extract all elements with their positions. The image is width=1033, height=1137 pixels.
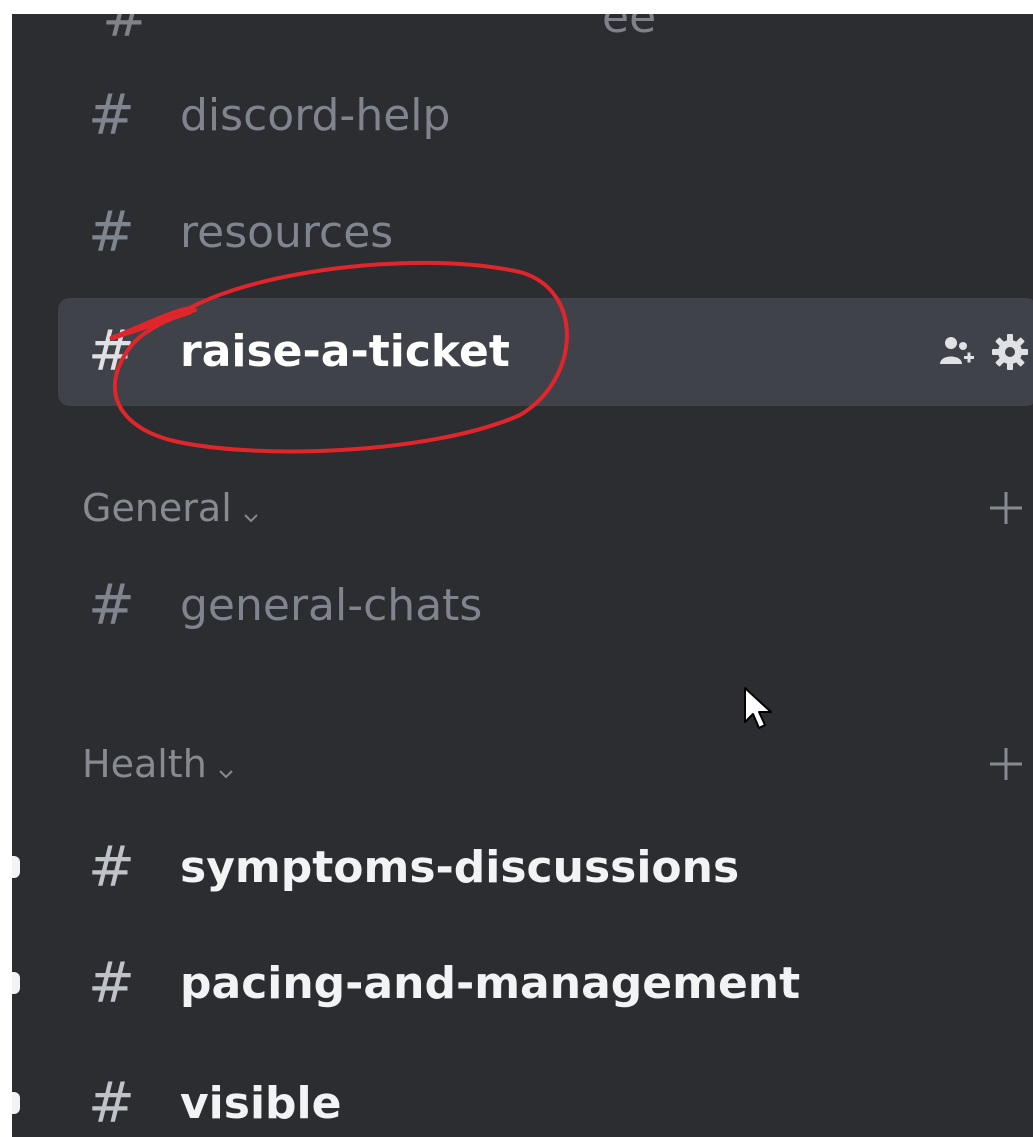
channel-general-chats[interactable]: # general-chats [58, 570, 1033, 642]
channel-resources[interactable]: # resources [58, 197, 1033, 269]
unread-indicator [12, 856, 20, 878]
channel-name: raise-a-ticket [180, 326, 510, 377]
category-health[interactable]: Health [82, 734, 1032, 794]
chevron-down-icon [217, 737, 235, 797]
channel-name: discord-help [180, 90, 451, 141]
hash-icon: # [88, 83, 135, 148]
channel-name: general-chats [180, 580, 483, 631]
channel-sidebar[interactable]: # ee # discord-help # resources # raise-… [12, 14, 1033, 1137]
hash-icon: # [88, 1071, 135, 1136]
channel-name: visible [180, 1078, 342, 1129]
hash-icon: # [88, 573, 135, 638]
channel-name-fragment: ee [602, 14, 657, 43]
channel-name: resources [180, 207, 394, 258]
category-label: Health [82, 734, 235, 797]
hash-icon: # [88, 835, 135, 900]
category-title: General [82, 486, 232, 530]
channel-raise-a-ticket[interactable]: # raise-a-ticket [58, 298, 1033, 406]
hash-icon: # [88, 951, 135, 1016]
hash-icon: # [102, 14, 149, 50]
hash-icon: # [88, 319, 135, 384]
unread-indicator [12, 1092, 20, 1114]
discord-screenshot: # ee # discord-help # resources # raise-… [0, 0, 1033, 1137]
hash-icon: # [88, 200, 135, 265]
partial-channel-row[interactable]: # ee [102, 14, 702, 50]
category-general[interactable]: General [82, 478, 1032, 538]
mouse-cursor-icon [744, 687, 772, 729]
category-label: General [82, 478, 260, 541]
channel-discord-help[interactable]: # discord-help [58, 80, 1033, 152]
plus-icon[interactable] [986, 744, 1026, 784]
channel-symptoms-discussions[interactable]: # symptoms-discussions [12, 832, 1033, 904]
add-member-icon[interactable] [936, 332, 976, 372]
channel-name: pacing-and-management [180, 958, 801, 1009]
channel-pacing-and-management[interactable]: # pacing-and-management [12, 948, 1033, 1020]
gear-icon[interactable] [990, 332, 1030, 372]
left-edge-strip [0, 0, 12, 1137]
unread-indicator [12, 972, 20, 994]
channel-name: symptoms-discussions [180, 842, 740, 893]
channel-visible[interactable]: # visible [12, 1068, 1033, 1137]
plus-icon[interactable] [986, 488, 1026, 528]
chevron-down-icon [242, 481, 260, 541]
category-title: Health [82, 742, 207, 786]
